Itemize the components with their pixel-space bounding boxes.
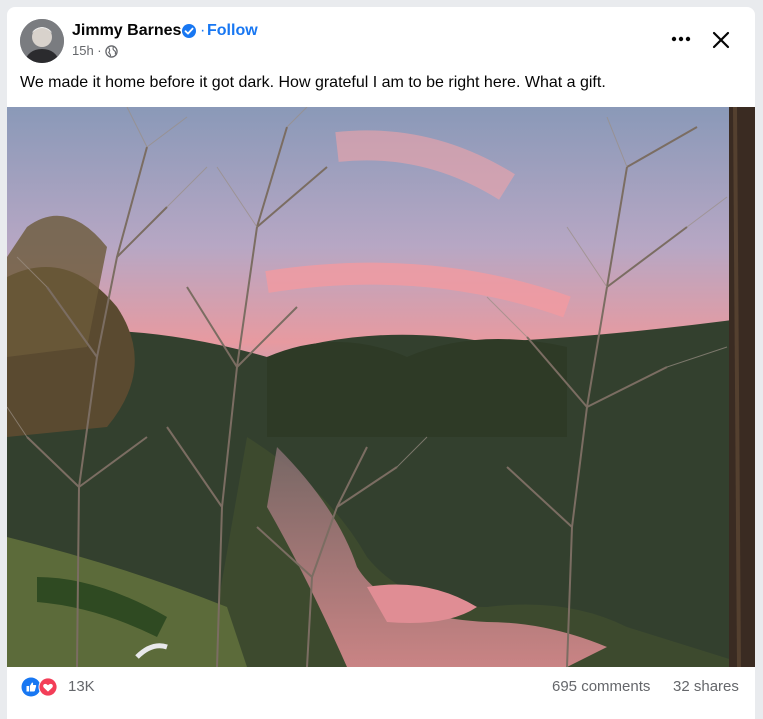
- close-icon[interactable]: [710, 29, 732, 51]
- post-card: Jimmy Barnes · Follow 15h · We made it h…: [7, 7, 755, 719]
- comments-count[interactable]: 695 comments: [552, 678, 650, 696]
- post-photo[interactable]: [7, 106, 755, 668]
- post-text: We made it home before it got dark. How …: [20, 74, 606, 91]
- shares-count[interactable]: 32 shares: [673, 678, 739, 696]
- love-icon: [38, 677, 58, 697]
- more-options-icon[interactable]: [669, 31, 693, 47]
- reactions-icons[interactable]: [21, 677, 63, 697]
- author-name[interactable]: Jimmy Barnes: [72, 21, 181, 41]
- follow-button[interactable]: Follow: [207, 21, 258, 41]
- post-footer: 13K 695 comments 32 shares: [7, 667, 755, 719]
- like-icon: [21, 677, 41, 697]
- reaction-count[interactable]: 13K: [68, 678, 95, 696]
- globe-icon: [105, 45, 118, 58]
- post-header: Jimmy Barnes · Follow 15h · We made it h…: [7, 7, 755, 107]
- verified-badge-icon: [182, 24, 196, 38]
- separator-dot: ·: [200, 22, 206, 39]
- post-timestamp[interactable]: 15h ·: [72, 43, 102, 59]
- avatar[interactable]: [20, 19, 64, 63]
